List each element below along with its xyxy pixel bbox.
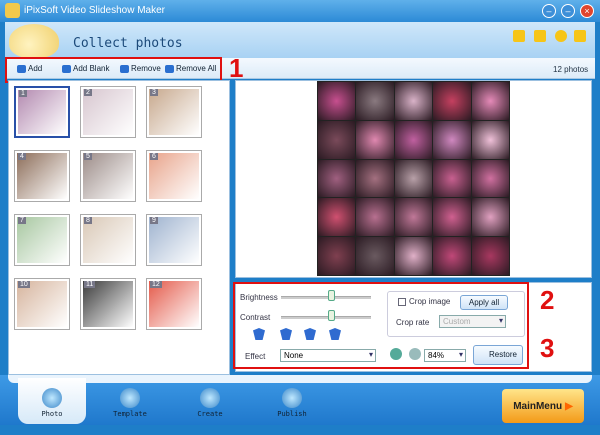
folder-icon[interactable] — [513, 30, 525, 42]
thumbnail-number: 4 — [18, 153, 26, 160]
panel-edge — [8, 375, 592, 383]
photo-thumbnail[interactable]: 10 — [14, 278, 70, 330]
collage-cell — [356, 159, 394, 198]
photo-thumbnail[interactable]: 5 — [80, 150, 136, 202]
collage-cell — [394, 198, 433, 237]
maximize-button[interactable]: – — [561, 4, 575, 18]
nav-template-label: Template — [113, 410, 147, 418]
nav-publish[interactable]: Publish — [262, 388, 322, 418]
photo-count: 12 photos — [553, 65, 589, 74]
collage-cell — [471, 237, 509, 275]
collage-cell — [471, 198, 509, 237]
photo-thumbnail[interactable]: 7 — [14, 214, 70, 266]
annotation-3: 3 — [540, 333, 555, 363]
thumbnail-number: 1 — [19, 90, 27, 97]
thumbnail-number: 12 — [150, 281, 162, 288]
page-header: Collect photos — [5, 22, 595, 58]
collage-cell — [471, 82, 509, 120]
collage-cell — [394, 237, 433, 275]
collage-cell — [356, 198, 394, 237]
photo-thumbnail[interactable]: 2 — [80, 86, 136, 138]
photo-thumbnail[interactable]: 1 — [14, 86, 70, 138]
collage-cell — [318, 120, 356, 159]
collage-cell — [433, 159, 471, 198]
thumbnail-number: 11 — [84, 281, 96, 288]
thumbnail-number: 10 — [18, 281, 30, 288]
annotation-2: 2 — [540, 285, 555, 315]
thumbnail-number: 8 — [84, 217, 92, 224]
collage-cell — [394, 159, 433, 198]
thumbnail-number: 5 — [84, 153, 92, 160]
nav-photo-label: Photo — [41, 410, 63, 418]
collage-cell — [318, 82, 356, 120]
lightbulb-icon[interactable] — [555, 30, 567, 42]
page-title: Collect photos — [73, 36, 183, 51]
collage-cell — [471, 159, 509, 198]
flower-logo-icon — [9, 24, 59, 58]
photo-thumbnail[interactable]: 3 — [146, 86, 202, 138]
nav-photo[interactable]: Photo — [22, 388, 82, 418]
thumbnail-number: 9 — [150, 217, 158, 224]
collage-cell — [318, 159, 356, 198]
main-menu-button[interactable]: MainMenu ▶ — [502, 389, 584, 423]
photo-nav-icon — [42, 388, 62, 408]
photo-thumbnail[interactable]: 4 — [14, 150, 70, 202]
nav-publish-label: Publish — [277, 410, 307, 418]
main-menu-label: MainMenu — [513, 400, 563, 412]
collage-cell — [471, 120, 509, 159]
collage-cell — [394, 82, 433, 120]
window-title: iPixSoft Video Slideshow Maker — [24, 5, 165, 16]
photo-preview — [235, 80, 592, 278]
collage-cell — [394, 120, 433, 159]
collage-cell — [356, 120, 394, 159]
collage-cell — [433, 237, 471, 275]
photo-list-panel: 1 2 3 4 5 6 7 8 9 10 11 12 — [8, 80, 230, 375]
collage-cell — [356, 82, 394, 120]
title-bar: iPixSoft Video Slideshow Maker – – × — [0, 0, 600, 22]
thumbnail-number: 7 — [18, 217, 26, 224]
collage-cell — [318, 198, 356, 237]
template-nav-icon — [120, 388, 140, 408]
collage-cell — [433, 120, 471, 159]
collage-cell — [356, 237, 394, 275]
photo-thumbnail[interactable]: 12 — [146, 278, 202, 330]
app-logo-icon — [5, 3, 20, 18]
preview-image — [317, 81, 510, 276]
thumbnail-number: 6 — [150, 153, 158, 160]
publish-nav-icon — [282, 388, 302, 408]
photo-thumbnail[interactable]: 8 — [80, 214, 136, 266]
thumbnail-number: 3 — [150, 89, 158, 96]
nav-create[interactable]: Create — [180, 388, 240, 418]
photo-thumbnail[interactable]: 9 — [146, 214, 202, 266]
collage-cell — [433, 82, 471, 120]
collage-cell — [433, 198, 471, 237]
minimize-button[interactable]: – — [542, 4, 556, 18]
photo-thumbnail[interactable]: 6 — [146, 150, 202, 202]
nav-create-label: Create — [197, 410, 223, 418]
save-icon[interactable] — [534, 30, 546, 42]
collage-cell — [318, 237, 356, 275]
thumbnail-number: 2 — [84, 89, 92, 96]
create-nav-icon — [200, 388, 220, 408]
help-icon[interactable] — [574, 30, 586, 42]
photo-thumbnail[interactable]: 11 — [80, 278, 136, 330]
close-button[interactable]: × — [580, 4, 594, 18]
nav-template[interactable]: Template — [100, 388, 160, 418]
arrow-right-icon: ▶ — [565, 400, 573, 412]
annotation-box-2 — [233, 282, 529, 369]
